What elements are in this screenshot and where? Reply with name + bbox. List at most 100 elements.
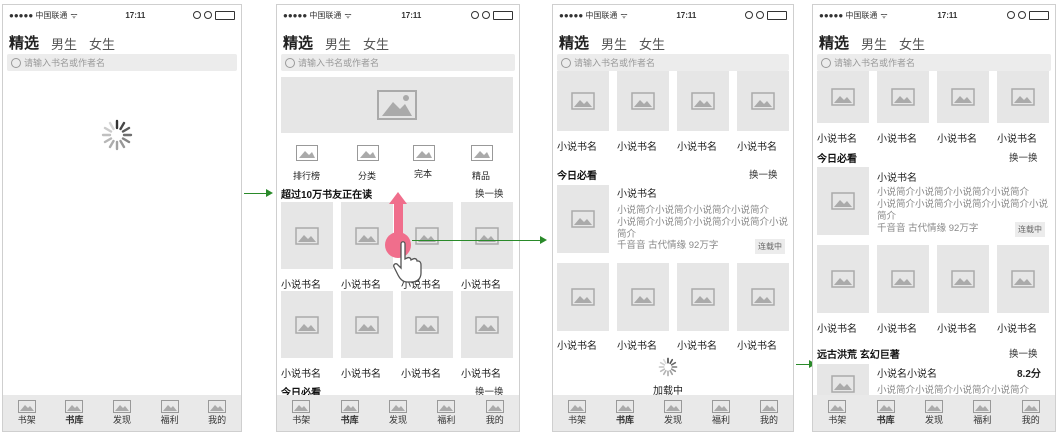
nav-welfare[interactable]: 福利 [160,400,179,426]
alarm-icon [203,11,212,19]
tab-female[interactable]: 女生 [639,34,665,53]
tab-female[interactable]: 女生 [363,34,389,53]
nav-welfare[interactable]: 福利 [437,400,455,426]
book-title: 小说书名 [817,324,857,335]
book-cover[interactable] [341,202,393,269]
tab-featured[interactable]: 精选 [283,32,313,53]
book-cover[interactable] [817,245,869,313]
book-cover[interactable] [281,202,333,269]
nav-welfare[interactable]: 福利 [973,400,991,426]
book-cover[interactable] [997,71,1049,123]
book-cover[interactable] [461,291,513,358]
swipe-up-arrowhead-icon [389,192,407,204]
image-icon [340,400,359,413]
status-bar: ●●●●● 中国联通 ᯤ 17:11 [553,5,793,25]
nav-mine[interactable]: 我的 [208,400,226,426]
nav-discover[interactable]: 发现 [924,400,943,426]
image-icon [831,88,855,106]
featured-book-cover[interactable] [557,185,609,253]
book-title: 小说书名 [557,142,597,153]
tab-male[interactable]: 男生 [325,34,351,53]
search-input[interactable]: 请输入书名或作者名 [7,54,237,71]
flow-arrowhead [540,236,547,244]
bottom-nav: 书架 书库 发现 福利 我的 [3,395,241,431]
tab-featured[interactable]: 精选 [819,32,849,53]
nav-library[interactable]: 书库 [876,400,895,426]
nav-bookshelf[interactable]: 书架 [17,400,36,426]
book-title: 小说书名 [281,280,321,291]
book-cover[interactable] [937,71,989,123]
swap-button[interactable]: 换一换 [475,384,504,395]
featured-book-meta: 千音音 古代情缘 92万字 [877,223,979,234]
book-cover[interactable] [937,245,989,313]
tab-featured[interactable]: 精选 [559,32,589,53]
tab-male[interactable]: 男生 [601,34,627,53]
image-icon [160,400,179,413]
book-cover[interactable] [817,364,869,395]
nav-bookshelf[interactable]: 书架 [828,400,846,426]
tab-female[interactable]: 女生 [899,34,925,53]
image-icon [471,145,493,161]
book-cover[interactable] [401,291,453,358]
flow-arrow [244,193,266,194]
featured-book-cover[interactable] [817,167,869,235]
nav-discover[interactable]: 发现 [388,400,407,426]
nav-bookshelf[interactable]: 书架 [567,400,586,426]
book-cover[interactable] [737,71,789,131]
book-cover[interactable] [281,291,333,358]
swap-button[interactable]: 换一换 [475,186,504,200]
book-cover[interactable] [557,71,609,131]
tab-male[interactable]: 男生 [861,34,887,53]
book-cover[interactable] [557,263,609,331]
swap-button[interactable]: 换一换 [1009,150,1038,164]
search-input[interactable]: 请输入书名或作者名 [557,54,789,71]
search-input[interactable]: 请输入书名或作者名 [281,54,515,71]
nav-library[interactable]: 书库 [615,400,634,426]
book-title: 小说书名 [401,369,441,380]
banner-image[interactable] [281,77,513,133]
search-icon [821,57,831,68]
phone-screen-2: ●●●●● 中国联通 ᯤ 17:11 精选 男生 女生 请输入书名或作者名 排行榜… [276,4,520,432]
tab-featured[interactable]: 精选 [9,32,39,53]
book-cover[interactable] [461,202,513,269]
book-title: 小说书名 [557,341,597,352]
image-icon [891,270,915,288]
featured-book-meta: 千音音 古代情缘 92万字 [617,240,719,251]
nav-mine[interactable]: 我的 [1021,400,1040,426]
book-title: 小说书名 [997,134,1037,145]
book-cover[interactable] [817,71,869,123]
book-cover[interactable] [737,263,789,331]
book-cover[interactable] [877,71,929,123]
search-input[interactable]: 请输入书名或作者名 [817,54,1051,71]
loading-spinner-icon [101,119,133,151]
image-icon [112,400,131,413]
book-cover[interactable] [677,71,729,131]
image-icon [711,400,730,413]
top-tabs: 精选 男生 女生 [553,29,793,53]
nav-library[interactable]: 书库 [340,400,359,426]
nav-welfare[interactable]: 福利 [711,400,730,426]
flow-arrow [796,364,810,365]
book-cover[interactable] [341,291,393,358]
nav-discover[interactable]: 发现 [112,400,131,426]
flow-arrow [412,240,540,241]
book-title: 小说书名 [737,142,777,153]
swap-button[interactable]: 换一换 [1009,346,1038,360]
nav-library[interactable]: 书库 [65,400,83,426]
battery-icon [1028,10,1049,20]
book-cover[interactable] [997,245,1049,313]
nav-mine[interactable]: 我的 [485,400,504,426]
nav-bookshelf[interactable]: 书架 [292,400,310,426]
image-icon [475,226,499,245]
book-cover[interactable] [677,263,729,331]
swap-button[interactable]: 换一换 [749,167,778,181]
image-icon [831,375,855,393]
book-cover[interactable] [617,71,669,131]
nav-discover[interactable]: 发现 [663,400,682,426]
tab-male[interactable]: 男生 [51,34,77,53]
tab-female[interactable]: 女生 [89,34,115,53]
book-cover[interactable] [617,263,669,331]
book-cover[interactable] [877,245,929,313]
nav-mine[interactable]: 我的 [759,400,778,426]
carrier: ●●●●● 中国联通 [9,10,68,20]
